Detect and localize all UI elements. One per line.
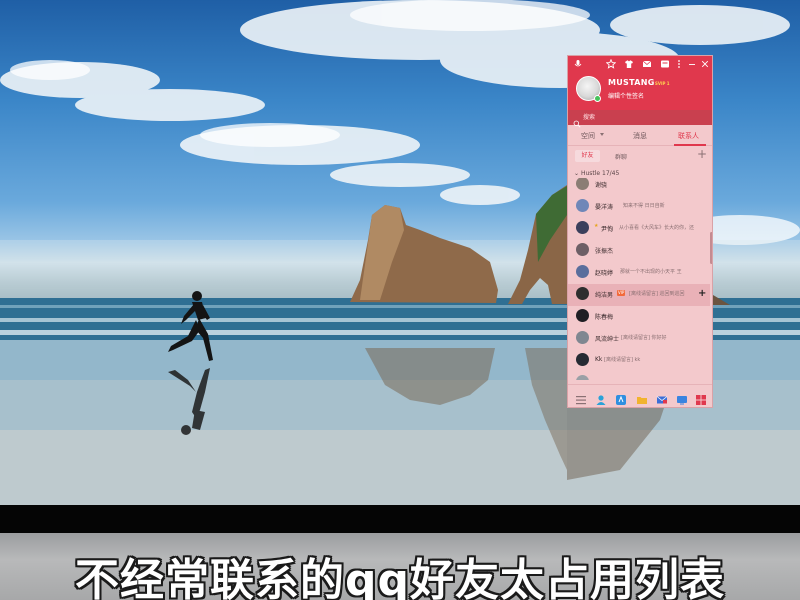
friend-avatar [576, 199, 589, 212]
screen-icon[interactable] [676, 391, 688, 405]
friend-group-header[interactable]: ⌄ Hustle 17/45 [574, 170, 619, 177]
tab-qzone[interactable]: 空间 [581, 131, 595, 141]
qq-header: MUSTANG SVIP 1 编辑个性签名 [568, 56, 712, 110]
friend-signature: [离线请留言] kk [604, 357, 641, 363]
friend-avatar [576, 221, 589, 234]
list-item[interactable]: 张振杰 [568, 240, 710, 262]
star-icon[interactable] [605, 58, 617, 69]
search-bar[interactable] [568, 110, 712, 128]
minimize-icon[interactable] [687, 59, 697, 69]
user-signature[interactable]: 编辑个性签名 [608, 91, 644, 100]
friend-name: 张振杰 [595, 248, 614, 255]
user-nickname[interactable]: MUSTANG [608, 78, 655, 87]
chevron-down-icon: ⌄ [574, 170, 580, 177]
list-item[interactable]: 晏洋涛 知来不得 日日自新 [568, 196, 710, 218]
friend-name: 赵晓婷 [595, 270, 614, 277]
friend-avatar [576, 265, 589, 278]
group-title: Hustle 17/45 [580, 170, 620, 177]
friend-signature: 知来不得 日日自新 [623, 203, 665, 209]
mail-icon[interactable] [656, 391, 668, 404]
tab-messages[interactable]: 消息 [633, 131, 647, 141]
friend-signature: [离线请留言] 巡回到巡回 [629, 291, 685, 297]
tab-contacts[interactable]: 联系人 [678, 131, 699, 141]
vip-badge[interactable]: SVIP 1 [655, 81, 670, 86]
message-box-icon[interactable] [660, 59, 670, 69]
friend-avatar [576, 331, 589, 344]
mail-icon[interactable] [642, 59, 652, 69]
mic-icon[interactable] [573, 59, 583, 69]
bottom-toolbar [568, 384, 712, 407]
folder-icon[interactable] [636, 391, 648, 404]
friend-avatar [576, 243, 589, 256]
friend-signature: 从小喜看《大风车》长大的你，还 [619, 225, 695, 231]
more-icon[interactable] [674, 59, 684, 69]
friend-name: Kk [595, 356, 603, 363]
apps-grid-icon[interactable] [695, 391, 707, 405]
close-icon[interactable] [700, 59, 710, 69]
friend-name: 陈春梅 [595, 314, 614, 321]
chevron-down-icon[interactable] [600, 133, 604, 136]
friend-avatar [576, 353, 589, 366]
video-letterbox [0, 505, 800, 533]
friend-name: 尹恂 [601, 226, 614, 233]
friend-avatar [576, 287, 589, 300]
scrollbar-thumb[interactable] [710, 232, 712, 264]
add-friend-icon[interactable]: + [698, 288, 706, 299]
vip-badge: VIP [617, 290, 626, 296]
main-tabs: 空间 消息 联系人 [568, 125, 712, 146]
list-item[interactable]: 纯洁男 VIP [离线请留言] 巡回到巡回 + [568, 284, 710, 306]
star-icon: ★ [594, 223, 599, 229]
qq-main-window: MUSTANG SVIP 1 编辑个性签名 空间 消息 联系人 好友 群聊 + … [567, 55, 713, 408]
list-item[interactable]: 陈春梅 [568, 306, 710, 328]
menu-icon[interactable] [575, 391, 587, 405]
contact-subtabs: 好友 群聊 + [568, 146, 712, 166]
skin-icon[interactable] [624, 59, 634, 69]
friend-name: 晏洋涛 [595, 204, 614, 211]
friend-avatar [576, 375, 589, 380]
friend-name: 风流绅士 [595, 336, 620, 343]
friend-name: 纯洁男 [595, 292, 614, 299]
list-item[interactable]: 赵晓婷 那就一个不出现的小天平 王 [568, 262, 710, 284]
friend-list[interactable]: 谢骁 晏洋涛 知来不得 日日自新 尹恂 ★ 从小喜看《大风车》长大的你，还 张振… [568, 178, 712, 380]
friend-name: 谢骁 [595, 182, 608, 189]
app-icon[interactable] [615, 391, 627, 405]
search-input[interactable] [583, 112, 703, 123]
list-item[interactable] [568, 372, 710, 380]
video-subtitle: 不经常联系的qq好友太占用列表 [75, 555, 725, 600]
subtab-friends[interactable]: 好友 [575, 150, 600, 162]
friend-avatar [576, 309, 589, 322]
list-item[interactable]: 谢骁 [568, 178, 710, 196]
list-item[interactable]: 尹恂 ★ 从小喜看《大风车》长大的你，还 [568, 218, 710, 240]
contacts-icon[interactable] [595, 391, 607, 405]
list-item[interactable]: Kk [离线请留言] kk [568, 350, 710, 372]
scrollbar-track[interactable] [710, 178, 712, 380]
list-item[interactable]: 风流绅士 [离线请留言] 你好好 [568, 328, 710, 350]
add-contact-icon[interactable]: + [697, 147, 707, 161]
friend-signature: [离线请留言] 你好好 [621, 335, 667, 341]
friend-signature: 那就一个不出现的小天平 王 [620, 269, 682, 275]
friend-avatar [576, 178, 589, 190]
subtab-groups[interactable]: 群聊 [615, 152, 627, 161]
search-icon [573, 113, 581, 128]
online-status-icon[interactable] [594, 95, 601, 102]
